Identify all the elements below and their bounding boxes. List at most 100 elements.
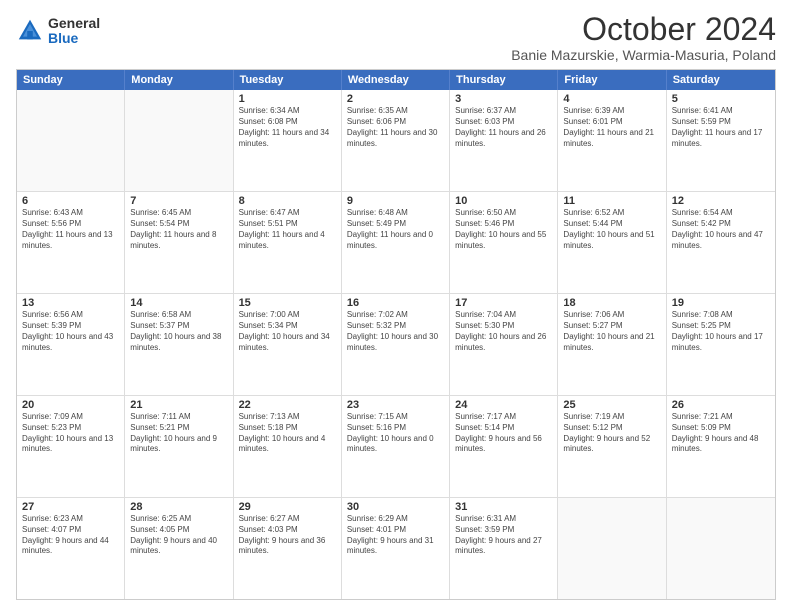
logo-blue-text: Blue [48,31,100,46]
month-title: October 2024 [511,12,776,47]
day-cell-18: 18Sunrise: 7:06 AM Sunset: 5:27 PM Dayli… [558,294,666,395]
day-info: Sunrise: 7:19 AM Sunset: 5:12 PM Dayligh… [563,412,660,455]
day-info: Sunrise: 7:17 AM Sunset: 5:14 PM Dayligh… [455,412,552,455]
header-day-sunday: Sunday [17,70,125,90]
location-text: Banie Mazurskie, Warmia-Masuria, Poland [511,47,776,63]
day-cell-29: 29Sunrise: 6:27 AM Sunset: 4:03 PM Dayli… [234,498,342,599]
header: General Blue October 2024 Banie Mazurski… [16,12,776,63]
day-number: 25 [563,399,660,411]
day-number: 18 [563,297,660,309]
day-info: Sunrise: 6:56 AM Sunset: 5:39 PM Dayligh… [22,310,119,353]
day-cell-9: 9Sunrise: 6:48 AM Sunset: 5:49 PM Daylig… [342,192,450,293]
day-cell-16: 16Sunrise: 7:02 AM Sunset: 5:32 PM Dayli… [342,294,450,395]
day-cell-30: 30Sunrise: 6:29 AM Sunset: 4:01 PM Dayli… [342,498,450,599]
day-number: 7 [130,195,227,207]
day-info: Sunrise: 6:39 AM Sunset: 6:01 PM Dayligh… [563,106,660,149]
calendar-row-4: 20Sunrise: 7:09 AM Sunset: 5:23 PM Dayli… [17,396,775,498]
day-info: Sunrise: 6:41 AM Sunset: 5:59 PM Dayligh… [672,106,770,149]
day-info: Sunrise: 6:54 AM Sunset: 5:42 PM Dayligh… [672,208,770,251]
day-number: 24 [455,399,552,411]
day-info: Sunrise: 6:52 AM Sunset: 5:44 PM Dayligh… [563,208,660,251]
day-cell-31: 31Sunrise: 6:31 AM Sunset: 3:59 PM Dayli… [450,498,558,599]
day-info: Sunrise: 6:58 AM Sunset: 5:37 PM Dayligh… [130,310,227,353]
day-info: Sunrise: 7:08 AM Sunset: 5:25 PM Dayligh… [672,310,770,353]
day-info: Sunrise: 6:50 AM Sunset: 5:46 PM Dayligh… [455,208,552,251]
page: General Blue October 2024 Banie Mazurski… [0,0,792,612]
day-cell-4: 4Sunrise: 6:39 AM Sunset: 6:01 PM Daylig… [558,90,666,191]
day-info: Sunrise: 6:27 AM Sunset: 4:03 PM Dayligh… [239,514,336,557]
day-number: 22 [239,399,336,411]
day-cell-24: 24Sunrise: 7:17 AM Sunset: 5:14 PM Dayli… [450,396,558,497]
day-cell-6: 6Sunrise: 6:43 AM Sunset: 5:56 PM Daylig… [17,192,125,293]
day-cell-14: 14Sunrise: 6:58 AM Sunset: 5:37 PM Dayli… [125,294,233,395]
logo-general-text: General [48,16,100,31]
day-cell-empty [558,498,666,599]
day-cell-11: 11Sunrise: 6:52 AM Sunset: 5:44 PM Dayli… [558,192,666,293]
day-info: Sunrise: 6:31 AM Sunset: 3:59 PM Dayligh… [455,514,552,557]
day-info: Sunrise: 7:09 AM Sunset: 5:23 PM Dayligh… [22,412,119,455]
day-number: 17 [455,297,552,309]
day-info: Sunrise: 6:29 AM Sunset: 4:01 PM Dayligh… [347,514,444,557]
day-info: Sunrise: 6:35 AM Sunset: 6:06 PM Dayligh… [347,106,444,149]
day-cell-7: 7Sunrise: 6:45 AM Sunset: 5:54 PM Daylig… [125,192,233,293]
day-number: 26 [672,399,770,411]
day-info: Sunrise: 7:15 AM Sunset: 5:16 PM Dayligh… [347,412,444,455]
day-info: Sunrise: 6:37 AM Sunset: 6:03 PM Dayligh… [455,106,552,149]
day-number: 13 [22,297,119,309]
day-cell-1: 1Sunrise: 6:34 AM Sunset: 6:08 PM Daylig… [234,90,342,191]
logo-icon [16,17,44,45]
day-number: 10 [455,195,552,207]
day-cell-2: 2Sunrise: 6:35 AM Sunset: 6:06 PM Daylig… [342,90,450,191]
day-cell-17: 17Sunrise: 7:04 AM Sunset: 5:30 PM Dayli… [450,294,558,395]
day-number: 3 [455,93,552,105]
day-cell-12: 12Sunrise: 6:54 AM Sunset: 5:42 PM Dayli… [667,192,775,293]
day-number: 1 [239,93,336,105]
day-cell-empty [125,90,233,191]
day-info: Sunrise: 6:45 AM Sunset: 5:54 PM Dayligh… [130,208,227,251]
day-number: 11 [563,195,660,207]
day-number: 15 [239,297,336,309]
day-cell-13: 13Sunrise: 6:56 AM Sunset: 5:39 PM Dayli… [17,294,125,395]
day-number: 28 [130,501,227,513]
day-cell-19: 19Sunrise: 7:08 AM Sunset: 5:25 PM Dayli… [667,294,775,395]
day-cell-23: 23Sunrise: 7:15 AM Sunset: 5:16 PM Dayli… [342,396,450,497]
day-cell-15: 15Sunrise: 7:00 AM Sunset: 5:34 PM Dayli… [234,294,342,395]
day-number: 8 [239,195,336,207]
header-day-wednesday: Wednesday [342,70,450,90]
day-info: Sunrise: 7:02 AM Sunset: 5:32 PM Dayligh… [347,310,444,353]
day-info: Sunrise: 6:25 AM Sunset: 4:05 PM Dayligh… [130,514,227,557]
day-cell-5: 5Sunrise: 6:41 AM Sunset: 5:59 PM Daylig… [667,90,775,191]
calendar-row-2: 6Sunrise: 6:43 AM Sunset: 5:56 PM Daylig… [17,192,775,294]
day-cell-20: 20Sunrise: 7:09 AM Sunset: 5:23 PM Dayli… [17,396,125,497]
logo-text: General Blue [48,16,100,47]
day-number: 23 [347,399,444,411]
logo: General Blue [16,16,100,47]
calendar-row-1: 1Sunrise: 6:34 AM Sunset: 6:08 PM Daylig… [17,90,775,192]
header-day-saturday: Saturday [667,70,775,90]
day-number: 30 [347,501,444,513]
header-day-tuesday: Tuesday [234,70,342,90]
day-info: Sunrise: 7:11 AM Sunset: 5:21 PM Dayligh… [130,412,227,455]
day-number: 2 [347,93,444,105]
day-number: 14 [130,297,227,309]
day-number: 19 [672,297,770,309]
day-info: Sunrise: 7:13 AM Sunset: 5:18 PM Dayligh… [239,412,336,455]
day-cell-25: 25Sunrise: 7:19 AM Sunset: 5:12 PM Dayli… [558,396,666,497]
day-number: 5 [672,93,770,105]
day-number: 9 [347,195,444,207]
calendar-body: 1Sunrise: 6:34 AM Sunset: 6:08 PM Daylig… [17,90,775,599]
day-cell-28: 28Sunrise: 6:25 AM Sunset: 4:05 PM Dayli… [125,498,233,599]
calendar-row-5: 27Sunrise: 6:23 AM Sunset: 4:07 PM Dayli… [17,498,775,599]
day-number: 21 [130,399,227,411]
header-day-thursday: Thursday [450,70,558,90]
title-block: October 2024 Banie Mazurskie, Warmia-Mas… [511,12,776,63]
day-number: 31 [455,501,552,513]
day-number: 16 [347,297,444,309]
day-info: Sunrise: 6:23 AM Sunset: 4:07 PM Dayligh… [22,514,119,557]
day-number: 29 [239,501,336,513]
day-info: Sunrise: 7:00 AM Sunset: 5:34 PM Dayligh… [239,310,336,353]
day-info: Sunrise: 6:34 AM Sunset: 6:08 PM Dayligh… [239,106,336,149]
header-day-friday: Friday [558,70,666,90]
day-cell-26: 26Sunrise: 7:21 AM Sunset: 5:09 PM Dayli… [667,396,775,497]
calendar: SundayMondayTuesdayWednesdayThursdayFrid… [16,69,776,600]
